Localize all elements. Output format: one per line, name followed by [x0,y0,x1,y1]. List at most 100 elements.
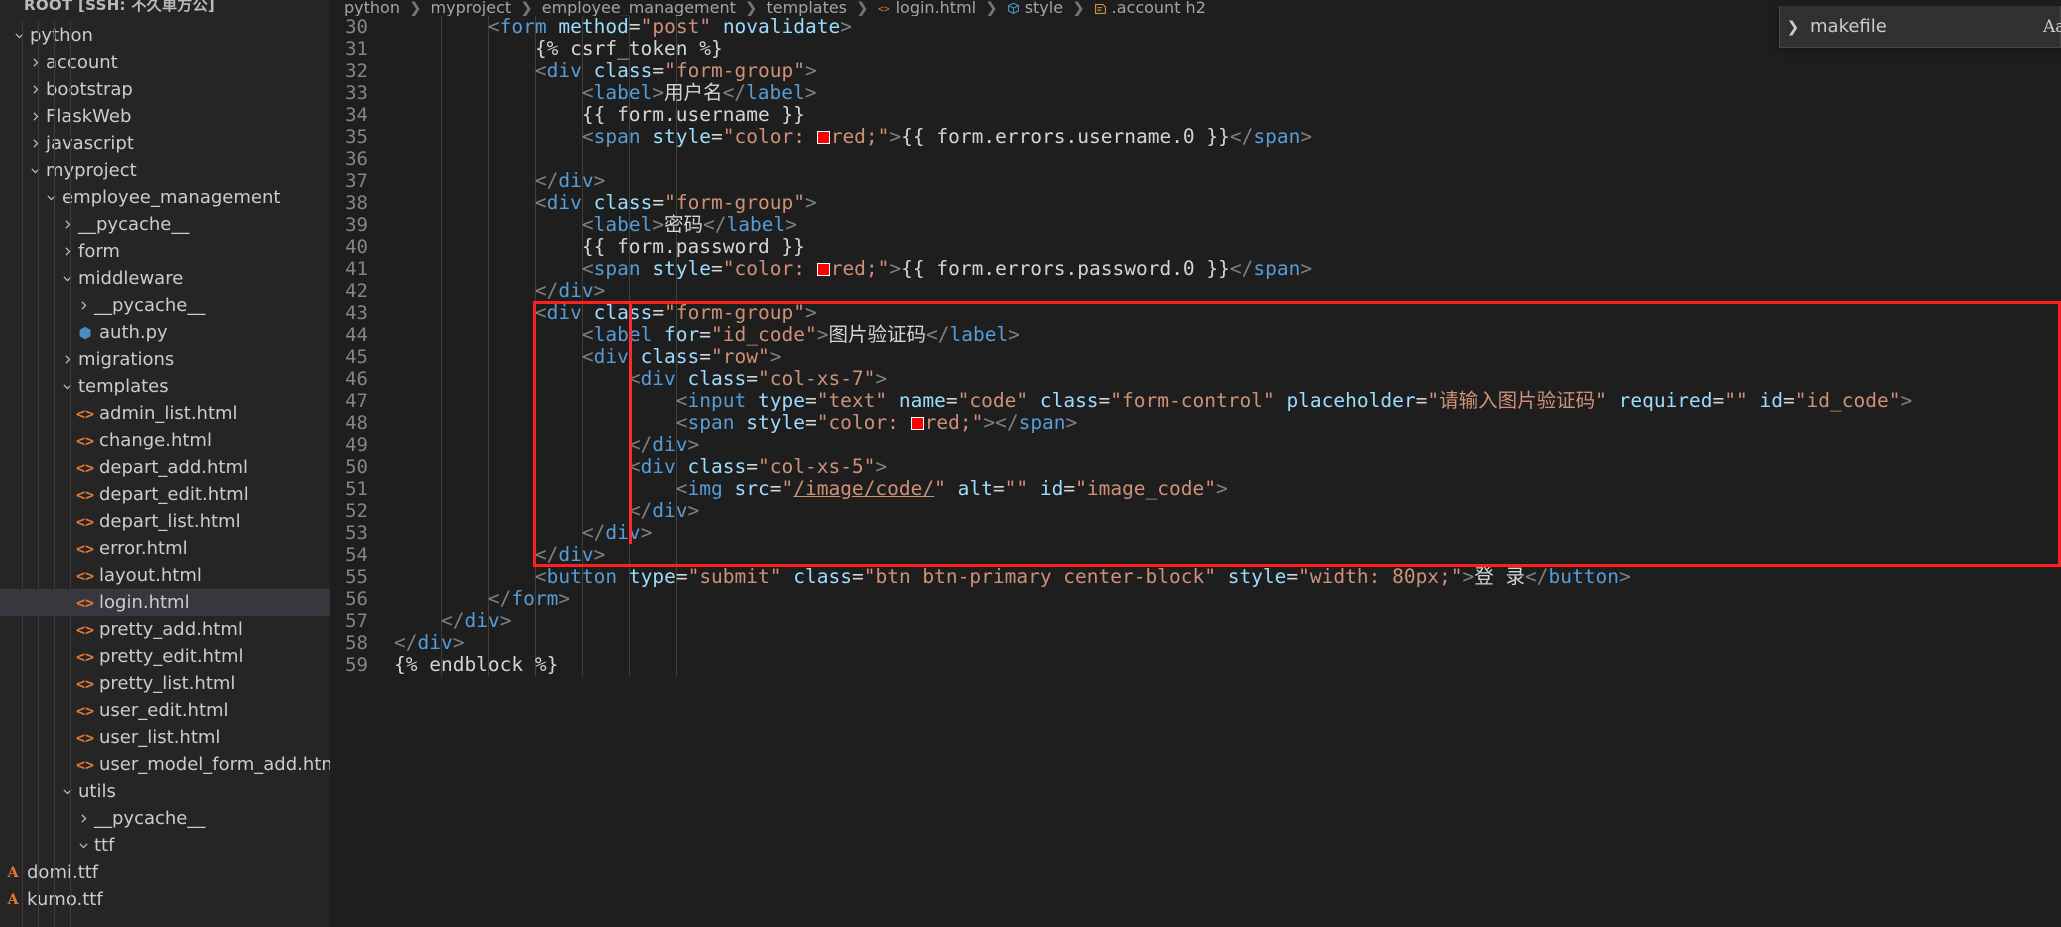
tree-item-employee-management[interactable]: employee_management [0,184,330,211]
code-line[interactable]: 43 <div class="form-group"> [330,302,2061,324]
tree-item-utils[interactable]: utils [0,778,330,805]
tree-item-ttf[interactable]: ttf [0,832,330,859]
find-input[interactable] [1806,13,2039,40]
code-line[interactable]: 40 {{ form.password }} [330,236,2061,258]
code-line-text[interactable]: <div class="form-group"> [394,60,817,82]
tree-item-migrations[interactable]: migrations [0,346,330,373]
chevron-down-icon[interactable] [56,380,78,393]
code-line-text[interactable]: <span style="color: red;">{{ form.errors… [394,126,1312,148]
code-line[interactable]: 49 </div> [330,434,2061,456]
code-line-text[interactable]: {% csrf_token %} [394,38,723,60]
file-tree[interactable]: pythonaccountbootstrapFlaskWebjavascript… [0,16,330,913]
code-line[interactable]: 45 <div class="row"> [330,346,2061,368]
code-line[interactable]: 55 <button type="submit" class="btn btn-… [330,566,2061,588]
breadcrumb-item[interactable]: style [1007,2,1063,15]
chevron-right-icon[interactable] [56,218,78,231]
code-line-text[interactable]: <div class="col-xs-5"> [394,456,887,478]
code-line[interactable]: 59{% endblock %} [330,654,2061,676]
tree-item-depart-add-html[interactable]: <>depart_add.html [0,454,330,481]
tree-item-error-html[interactable]: <>error.html [0,535,330,562]
code-line[interactable]: 44 <label for="id_code">图片验证码</label> [330,324,2061,346]
tree-item-middleware[interactable]: middleware [0,265,330,292]
code-line-text[interactable]: </div> [394,632,464,654]
chevron-down-icon[interactable] [8,29,30,42]
code-line[interactable]: 51 <img src="/image/code/" alt="" id="im… [330,478,2061,500]
tree-item-flaskweb[interactable]: FlaskWeb [0,103,330,130]
code-line-text[interactable]: {{ form.username }} [394,104,805,126]
code-line[interactable]: 39 <label>密码</label> [330,214,2061,236]
breadcrumb-item[interactable]: myproject [431,4,512,12]
code-line-text[interactable]: </div> [394,500,699,522]
code-editor[interactable]: 30 <form method="post" novalidate>31 {% … [330,16,2061,927]
code-line-text[interactable]: {{ form.password }} [394,236,805,258]
code-line-text[interactable]: </div> [394,170,605,192]
code-line-text[interactable]: <span style="color: red;"></span> [394,412,1077,434]
chevron-right-icon[interactable] [72,812,94,825]
tree-item-depart-edit-html[interactable]: <>depart_edit.html [0,481,330,508]
tree-item--pycache-[interactable]: __pycache__ [0,292,330,319]
code-line[interactable]: 35 <span style="color: red;">{{ form.err… [330,126,2061,148]
tree-item-templates[interactable]: templates [0,373,330,400]
code-line-text[interactable]: </div> [394,610,511,632]
code-line[interactable]: 37 </div> [330,170,2061,192]
code-line[interactable]: 34 {{ form.username }} [330,104,2061,126]
code-line[interactable]: 54 </div> [330,544,2061,566]
breadcrumb-item[interactable]: employee_management [542,4,736,12]
tree-item-pretty-add-html[interactable]: <>pretty_add.html [0,616,330,643]
tree-item-javascript[interactable]: javascript [0,130,330,157]
tree-item-depart-list-html[interactable]: <>depart_list.html [0,508,330,535]
code-line[interactable]: 53 </div> [330,522,2061,544]
chevron-down-icon[interactable] [40,191,62,204]
code-line-text[interactable]: </form> [394,588,570,610]
chevron-right-icon[interactable] [24,56,46,69]
tree-item-domi-ttf[interactable]: Adomi.ttf [0,859,330,886]
code-line-text[interactable]: <button type="submit" class="btn btn-pri… [394,566,1631,588]
breadcrumb-item[interactable]: python [344,4,400,12]
code-line-text[interactable]: </div> [394,280,605,302]
tree-item-admin-list-html[interactable]: <>admin_list.html [0,400,330,427]
chevron-right-icon[interactable] [24,110,46,123]
tree-item-bootstrap[interactable]: bootstrap [0,76,330,103]
breadcrumb-item[interactable]: templates [766,4,847,12]
chevron-right-icon[interactable] [72,299,94,312]
tree-item-pretty-list-html[interactable]: <>pretty_list.html [0,670,330,697]
chevron-right-icon[interactable] [56,245,78,258]
code-line[interactable]: 48 <span style="color: red;"></span> [330,412,2061,434]
tree-item-myproject[interactable]: myproject [0,157,330,184]
code-line-text[interactable]: <span style="color: red;">{{ form.errors… [394,258,1312,280]
code-line-text[interactable]: <div class="row"> [394,346,782,368]
tree-item-layout-html[interactable]: <>layout.html [0,562,330,589]
code-line-text[interactable]: <label>密码</label> [394,214,797,236]
tree-item-auth-py[interactable]: ⬢auth.py [0,319,330,346]
code-line[interactable]: 46 <div class="col-xs-7"> [330,368,2061,390]
chevron-down-icon[interactable] [72,839,94,852]
code-line[interactable]: 36 [330,148,2061,170]
tree-item-account[interactable]: account [0,49,330,76]
code-line[interactable]: 50 <div class="col-xs-5"> [330,456,2061,478]
code-line-text[interactable]: <input type="text" name="code" class="fo… [394,390,1912,412]
tree-item-user-model-form-add-html[interactable]: <>user_model_form_add.html [0,751,330,778]
chevron-down-icon[interactable] [56,785,78,798]
tree-item-login-html[interactable]: <>login.html [0,589,330,616]
tree-item-python[interactable]: python [0,22,330,49]
chevron-right-icon[interactable]: ❯ [1780,18,1806,36]
code-line[interactable]: 41 <span style="color: red;">{{ form.err… [330,258,2061,280]
tree-item-pretty-edit-html[interactable]: <>pretty_edit.html [0,643,330,670]
code-line[interactable]: 42 </div> [330,280,2061,302]
code-line-text[interactable]: <label for="id_code">图片验证码</label> [394,324,1020,346]
code-line[interactable]: 58</div> [330,632,2061,654]
chevron-right-icon[interactable] [24,83,46,96]
breadcrumb-item[interactable]: .account h2 [1094,2,1206,15]
code-line[interactable]: 56 </form> [330,588,2061,610]
code-line-text[interactable]: <form method="post" novalidate> [394,16,852,38]
tree-item-form[interactable]: form [0,238,330,265]
code-line-text[interactable]: {% endblock %} [394,654,558,676]
code-line-text[interactable]: <div class="form-group"> [394,192,817,214]
tree-item-kumo-ttf[interactable]: Akumo.ttf [0,886,330,913]
code-line-text[interactable]: <div class="form-group"> [394,302,817,324]
chevron-right-icon[interactable] [56,353,78,366]
match-case-icon[interactable]: Aa [2039,17,2061,37]
tree-item-change-html[interactable]: <>change.html [0,427,330,454]
code-line[interactable]: 32 <div class="form-group"> [330,60,2061,82]
code-line-text[interactable]: </div> [394,522,652,544]
